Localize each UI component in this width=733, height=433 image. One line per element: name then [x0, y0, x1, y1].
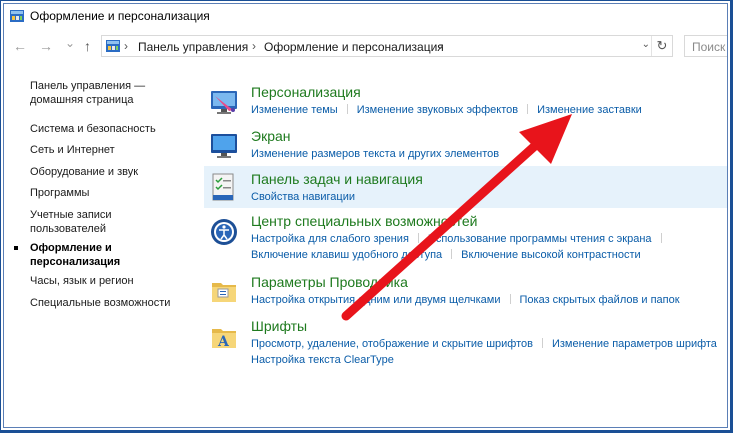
address-bar[interactable]: › Панель управления › Оформление и персо… — [101, 35, 673, 57]
category-links: Свойства навигации — [251, 191, 355, 203]
search-placeholder: Поиск в — [692, 40, 727, 54]
navigation-bar: ← → ⌄ ↑ › Панель управления › Оформление… — [4, 32, 727, 62]
breadcrumb-separator[interactable]: › — [252, 39, 256, 53]
link-change-font-settings[interactable]: Изменение параметров шрифта — [552, 338, 717, 350]
category-links: Изменение темы Изменение звуковых эффекто… — [251, 104, 642, 116]
link-divider — [417, 233, 419, 243]
folder-options-icon — [212, 283, 236, 302]
breadcrumb-control-panel[interactable]: Панель управления — [138, 40, 248, 54]
link-show-hidden-files[interactable]: Показ скрытых файлов и папок — [520, 294, 680, 306]
link-turn-on-high-contrast[interactable]: Включение высокой контрастности — [461, 249, 641, 261]
back-arrow-icon[interactable]: ← — [13, 38, 27, 54]
sidebar-item-appearance-active[interactable]: Оформление и — [30, 241, 112, 256]
address-history-chevron-icon[interactable]: ⌄ — [642, 39, 650, 50]
link-divider — [509, 294, 511, 304]
sidebar-item-control-panel-home[interactable]: домашняя страница — [30, 93, 134, 108]
category-links: Просмотр, удаление, отображение и скрыти… — [251, 338, 717, 350]
link-change-theme[interactable]: Изменение темы — [251, 104, 338, 116]
sidebar-item-hardware-sound[interactable]: Оборудование и звук — [30, 165, 138, 180]
control-panel-icon — [10, 10, 24, 22]
screenshot-frame: Оформление и персонализация ← → ⌄ ↑ › Па… — [0, 0, 731, 431]
category-title[interactable]: Экран — [251, 128, 291, 144]
taskbar-checklist-icon — [212, 173, 234, 201]
category-links: Изменение размеров текста и других элеме… — [251, 148, 499, 160]
ease-of-access-icon — [211, 219, 237, 245]
recent-locations-chevron-icon[interactable]: ⌄ — [65, 35, 75, 51]
category-file-explorer-options: Параметры Проводника Настройка открытия … — [204, 274, 727, 308]
link-adjust-cleartype[interactable]: Настройка текста ClearType — [251, 354, 394, 366]
link-divider — [660, 233, 662, 243]
category-personalization: Персонализация Изменение темы Изменение з… — [204, 84, 727, 118]
category-links: Включение клавиш удобного доступа Включен… — [251, 249, 641, 261]
fonts-folder-icon: A — [212, 329, 236, 350]
category-taskbar-navigation: Панель задач и навигация Свойства навига… — [204, 166, 727, 208]
sidebar: Панель управления — домашняя страница Си… — [4, 62, 194, 427]
link-navigation-properties[interactable]: Свойства навигации — [251, 191, 355, 203]
control-panel-window: Оформление и персонализация ← → ⌄ ↑ › Па… — [3, 3, 728, 428]
category-links: Настройка текста ClearType — [251, 354, 394, 366]
link-divider — [541, 338, 543, 348]
category-display: Экран Изменение размеров текста и других… — [204, 128, 727, 162]
sidebar-item-control-panel-home[interactable]: Панель управления — — [30, 79, 145, 94]
category-ease-of-access-center: Центр специальных возможностей Настройка… — [204, 213, 727, 265]
category-title[interactable]: Центр специальных возможностей — [251, 213, 477, 229]
breadcrumb-separator[interactable]: › — [124, 39, 128, 53]
link-divider — [451, 249, 453, 259]
link-low-vision-setup[interactable]: Настройка для слабого зрения — [251, 233, 409, 245]
window-title: Оформление и персонализация — [30, 9, 210, 23]
breadcrumb-appearance[interactable]: Оформление и персонализация — [264, 40, 444, 54]
up-arrow-icon[interactable]: ↑ — [84, 38, 91, 54]
refresh-icon[interactable]: ↻ — [651, 36, 672, 56]
sidebar-item-user-accounts[interactable]: пользователей — [30, 222, 106, 237]
category-fonts: A Шрифты Просмотр, удаление, отображение… — [204, 318, 727, 370]
control-panel-icon — [106, 40, 120, 52]
personalization-icon — [211, 91, 237, 114]
sidebar-item-system-security[interactable]: Система и безопасность — [30, 122, 156, 137]
link-change-text-size[interactable]: Изменение размеров текста и других элеме… — [251, 148, 499, 160]
display-monitor-icon — [211, 134, 237, 158]
svg-text:A: A — [217, 334, 230, 350]
link-divider — [346, 104, 348, 114]
link-turn-on-easy-access-keys[interactable]: Включение клавиш удобного доступа — [251, 249, 442, 261]
title-bar: Оформление и персонализация — [4, 4, 727, 30]
sidebar-item-appearance-active[interactable]: персонализация — [30, 255, 120, 270]
sidebar-item-programs[interactable]: Программы — [30, 186, 89, 201]
category-links: Настройка открытия одним или двумя щелчк… — [251, 294, 680, 306]
link-single-double-click[interactable]: Настройка открытия одним или двумя щелчк… — [251, 294, 501, 306]
link-change-screensaver[interactable]: Изменение заставки — [537, 104, 642, 116]
sidebar-item-clock-region[interactable]: Часы, язык и регион — [30, 274, 134, 289]
active-item-bullet — [14, 246, 18, 250]
sidebar-item-network-internet[interactable]: Сеть и Интернет — [30, 143, 115, 158]
link-divider — [527, 104, 529, 114]
category-list: Персонализация Изменение темы Изменение з… — [204, 62, 727, 427]
breadcrumb-separator[interactable]: › — [439, 39, 443, 53]
category-title[interactable]: Шрифты — [251, 318, 307, 334]
category-title[interactable]: Персонализация — [251, 84, 361, 100]
sidebar-item-ease-of-access[interactable]: Специальные возможности — [30, 296, 170, 311]
search-input[interactable]: Поиск в — [684, 35, 727, 57]
category-title[interactable]: Параметры Проводника — [251, 274, 408, 290]
category-links: Настройка для слабого зрения Использовани… — [251, 233, 671, 245]
link-change-sound-effects[interactable]: Изменение звуковых эффектов — [357, 104, 518, 116]
link-preview-delete-fonts[interactable]: Просмотр, удаление, отображение и скрыти… — [251, 338, 533, 350]
sidebar-item-user-accounts[interactable]: Учетные записи — [30, 208, 112, 223]
category-title[interactable]: Панель задач и навигация — [251, 171, 423, 187]
link-use-screen-reader[interactable]: Использование программы чтения с экрана — [428, 233, 652, 245]
forward-arrow-icon[interactable]: → — [39, 38, 53, 54]
